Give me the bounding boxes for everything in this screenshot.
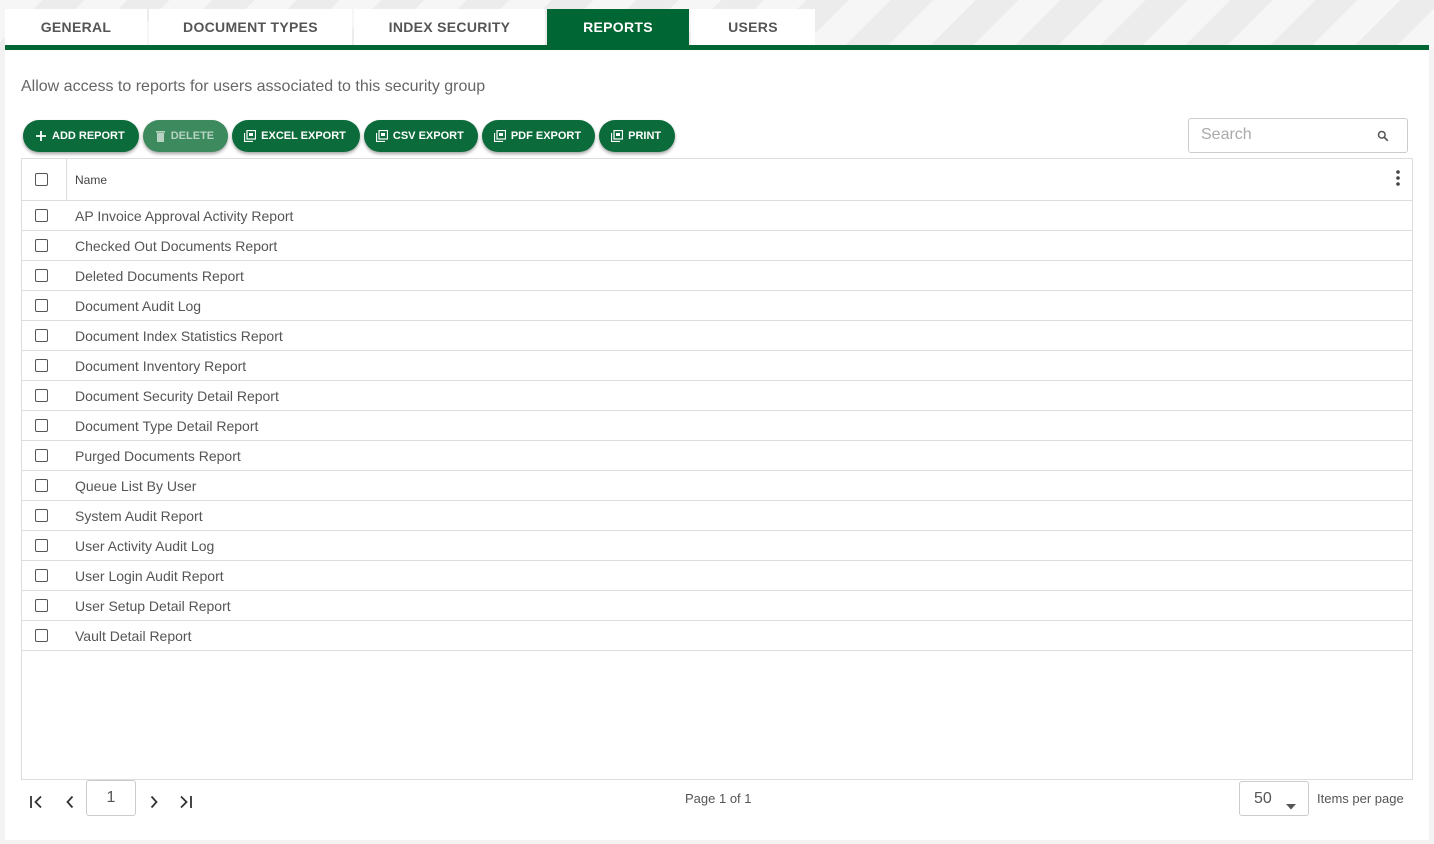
pdf-export-label: PDF EXPORT: [510, 130, 582, 142]
delete-button[interactable]: DELETE: [142, 120, 229, 152]
print-button[interactable]: PRINT: [599, 120, 676, 152]
export-icon: [375, 130, 388, 142]
report-name: Document Inventory Report: [75, 358, 247, 374]
table-row[interactable]: Document Security Detail Report: [22, 381, 1412, 411]
page-number-input[interactable]: 1: [86, 780, 136, 816]
table-row[interactable]: User Login Audit Report: [22, 561, 1412, 591]
print-label: PRINT: [628, 130, 662, 142]
select-all-checkbox[interactable]: [35, 173, 48, 186]
tab-bar: GENERAL DOCUMENT TYPES INDEX SECURITY RE…: [5, 9, 817, 45]
table-row[interactable]: Document Index Statistics Report: [22, 321, 1412, 351]
page-info: Page 1 of 1: [685, 791, 752, 806]
csv-export-button[interactable]: CSV EXPORT: [363, 120, 478, 152]
plus-icon: [35, 130, 47, 142]
report-name: Document Security Detail Report: [75, 388, 279, 404]
table-row[interactable]: Checked Out Documents Report: [22, 231, 1412, 261]
row-checkbox[interactable]: [35, 539, 48, 552]
export-icon: [244, 130, 257, 142]
chevron-down-icon: [1286, 797, 1296, 815]
table-row[interactable]: Document Inventory Report: [22, 351, 1412, 381]
row-checkbox[interactable]: [35, 209, 48, 222]
table-row[interactable]: User Activity Audit Log: [22, 531, 1412, 561]
grid-header: Name: [22, 159, 1412, 201]
last-page-icon[interactable]: [178, 795, 194, 814]
excel-export-label: EXCEL EXPORT: [261, 130, 346, 142]
report-name: Document Index Statistics Report: [75, 328, 283, 344]
table-row[interactable]: System Audit Report: [22, 501, 1412, 531]
pager: 1 Page 1 of 1 50 Items per page: [21, 780, 1413, 830]
row-checkbox[interactable]: [35, 299, 48, 312]
table-row[interactable]: Vault Detail Report: [22, 621, 1412, 651]
row-checkbox[interactable]: [35, 629, 48, 642]
table-row[interactable]: Document Type Detail Report: [22, 411, 1412, 441]
grid-body: AP Invoice Approval Activity Report Chec…: [22, 201, 1412, 651]
report-name: Document Type Detail Report: [75, 418, 259, 434]
table-row[interactable]: Document Audit Log: [22, 291, 1412, 321]
row-checkbox[interactable]: [35, 269, 48, 282]
pdf-export-button[interactable]: PDF EXPORT: [481, 120, 596, 152]
toolbar: ADD REPORT DELETE EXCEL EXPORT CSV EXPOR…: [23, 120, 679, 152]
report-name: System Audit Report: [75, 508, 203, 524]
table-row[interactable]: Queue List By User: [22, 471, 1412, 501]
report-name: Deleted Documents Report: [75, 268, 244, 284]
column-menu-icon[interactable]: [1396, 170, 1400, 191]
report-name: Document Audit Log: [75, 298, 202, 314]
items-per-page-value: 50: [1254, 790, 1272, 807]
prev-page-icon[interactable]: [65, 795, 75, 814]
tab-users[interactable]: USERS: [691, 9, 815, 45]
row-checkbox[interactable]: [35, 509, 48, 522]
row-checkbox[interactable]: [35, 479, 48, 492]
row-checkbox[interactable]: [35, 389, 48, 402]
row-checkbox[interactable]: [35, 599, 48, 612]
reports-grid: Name AP Invoice Approval Activity Report…: [21, 158, 1413, 780]
section-description: Allow access to reports for users associ…: [21, 78, 486, 95]
next-page-icon[interactable]: [149, 795, 159, 814]
row-checkbox[interactable]: [35, 419, 48, 432]
first-page-icon[interactable]: [29, 795, 45, 814]
table-row[interactable]: AP Invoice Approval Activity Report: [22, 201, 1412, 231]
row-checkbox[interactable]: [35, 359, 48, 372]
report-name: AP Invoice Approval Activity Report: [75, 208, 294, 224]
table-row[interactable]: Purged Documents Report: [22, 441, 1412, 471]
report-name: User Activity Audit Log: [75, 538, 215, 554]
report-name: Checked Out Documents Report: [75, 238, 278, 254]
report-name: Purged Documents Report: [75, 448, 241, 464]
tab-document-types[interactable]: DOCUMENT TYPES: [149, 9, 352, 45]
search-icon[interactable]: [1377, 129, 1389, 147]
row-checkbox[interactable]: [35, 239, 48, 252]
add-report-label: ADD REPORT: [52, 130, 125, 142]
tab-reports[interactable]: REPORTS: [547, 9, 689, 45]
report-name: User Setup Detail Report: [75, 598, 231, 614]
column-header-name[interactable]: Name: [75, 173, 107, 187]
select-all-cell: [22, 159, 67, 200]
items-per-page-label: Items per page: [1317, 791, 1404, 806]
print-icon: [611, 130, 624, 142]
reports-panel: Allow access to reports for users associ…: [5, 45, 1429, 840]
row-checkbox[interactable]: [35, 329, 48, 342]
trash-icon: [155, 130, 166, 142]
search-box: [1188, 118, 1408, 153]
tab-general[interactable]: GENERAL: [5, 9, 147, 45]
search-input[interactable]: [1201, 126, 1371, 144]
table-row[interactable]: User Setup Detail Report: [22, 591, 1412, 621]
row-checkbox[interactable]: [35, 449, 48, 462]
items-per-page-select[interactable]: 50: [1239, 781, 1309, 816]
row-checkbox[interactable]: [35, 569, 48, 582]
tab-index-security[interactable]: INDEX SECURITY: [354, 9, 545, 45]
export-icon: [493, 130, 506, 142]
csv-export-label: CSV EXPORT: [392, 130, 464, 142]
report-name: Vault Detail Report: [75, 628, 192, 644]
report-name: User Login Audit Report: [75, 568, 224, 584]
table-row[interactable]: Deleted Documents Report: [22, 261, 1412, 291]
delete-label: DELETE: [170, 130, 215, 142]
add-report-button[interactable]: ADD REPORT: [23, 120, 139, 152]
excel-export-button[interactable]: EXCEL EXPORT: [232, 120, 360, 152]
report-name: Queue List By User: [75, 478, 197, 494]
